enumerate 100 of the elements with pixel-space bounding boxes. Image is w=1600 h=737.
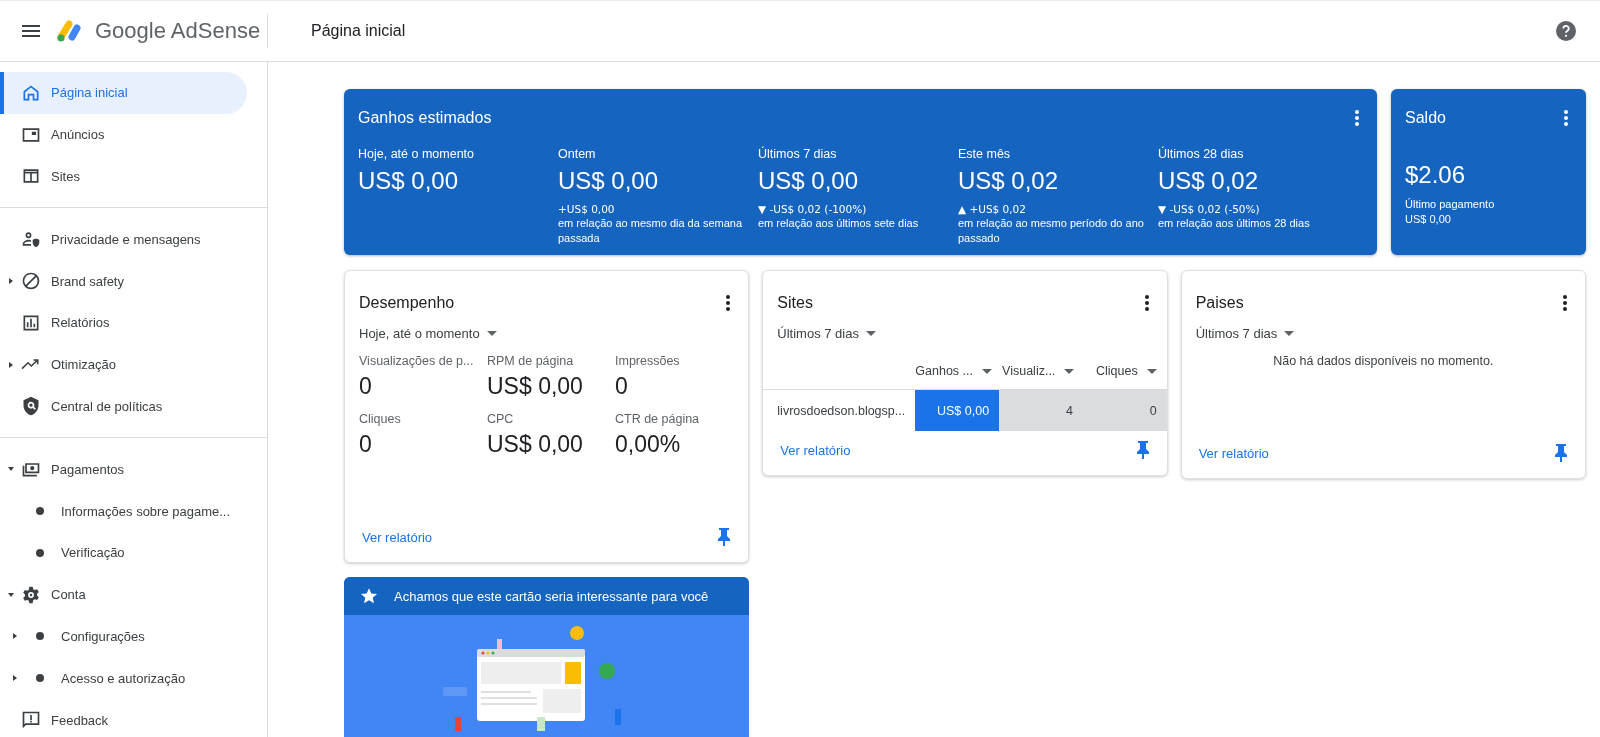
menu-icon[interactable] bbox=[22, 25, 40, 37]
last-payment-label: Último pagamento bbox=[1405, 197, 1496, 212]
metric-value: 0 bbox=[615, 373, 629, 400]
metric-label: Ontem bbox=[558, 147, 597, 161]
caret-icon[interactable] bbox=[7, 467, 14, 472]
comparison-text: em relação ao mesmo dia da semana passada bbox=[558, 216, 744, 246]
more-icon[interactable] bbox=[726, 295, 731, 311]
caret-icon[interactable] bbox=[7, 592, 14, 597]
sidebar-subitem[interactable]: Verificação bbox=[0, 531, 247, 574]
metric-value: 0 bbox=[359, 431, 373, 458]
dropdown-icon bbox=[865, 331, 876, 336]
help-icon[interactable] bbox=[1556, 21, 1576, 41]
page-title: Página inicial bbox=[311, 22, 406, 40]
sidebar-item[interactable]: Relatórios bbox=[0, 302, 247, 344]
sidebar-item[interactable]: Privacidade e mensagens bbox=[0, 218, 247, 261]
comparison-text: em relação aos últimos 28 dias bbox=[1158, 216, 1311, 231]
star-icon bbox=[360, 587, 378, 605]
change-text: ▼ -US$ 0,02 (-50%) bbox=[1158, 203, 1260, 215]
metric-value: US$ 0,02 bbox=[958, 167, 1060, 195]
more-icon[interactable] bbox=[1563, 295, 1567, 311]
column-header[interactable]: Ganhos ... bbox=[915, 364, 1002, 378]
metric-value: US$ 0,00 bbox=[758, 167, 860, 195]
metric-label: Últimos 28 dias bbox=[1158, 147, 1245, 161]
recommendation-title: Achamos que este cartão seria interessante para você bbox=[394, 588, 709, 604]
sidebar-item[interactable]: Otimização bbox=[0, 343, 247, 386]
last-payment-value: US$ 0,00 bbox=[1405, 212, 1452, 227]
metric-value: US$ 0,00 bbox=[487, 431, 584, 458]
bullet-icon bbox=[36, 674, 44, 683]
period-dropdown[interactable]: Últimos 7 dias bbox=[777, 326, 876, 341]
bullet-icon bbox=[36, 632, 44, 641]
report-link[interactable]: Ver relatório bbox=[362, 529, 433, 545]
sidebar-item[interactable]: Sites bbox=[0, 155, 247, 198]
sort-icon bbox=[1146, 368, 1157, 374]
table-cell: 0 bbox=[1082, 390, 1167, 431]
report-link[interactable]: Ver relatório bbox=[780, 442, 851, 458]
bullet-icon bbox=[36, 548, 44, 557]
period-dropdown[interactable]: Hoje, até o momento bbox=[359, 326, 497, 341]
gear-icon bbox=[21, 584, 41, 605]
dropdown-icon bbox=[486, 331, 497, 336]
block-icon bbox=[21, 271, 41, 292]
metric-value: US$ 0,02 bbox=[1158, 167, 1260, 195]
change-text: ▲ +US$ 0,02 bbox=[958, 203, 1026, 215]
pin-icon[interactable] bbox=[718, 528, 731, 546]
sidebar-item[interactable]: Central de políticas bbox=[0, 385, 247, 428]
metric-value: 0 bbox=[359, 373, 373, 400]
column-header[interactable]: Cliques bbox=[1084, 364, 1167, 378]
column-header[interactable]: Visualiz... bbox=[1002, 364, 1085, 378]
caret-icon[interactable] bbox=[13, 675, 17, 682]
card-title: Saldo bbox=[1405, 109, 1446, 127]
sidebar-subitem[interactable]: Configurações bbox=[0, 615, 247, 658]
sidebar-item[interactable]: Anúncios bbox=[0, 113, 247, 156]
metric-label: CPC bbox=[487, 412, 515, 426]
sidebar-subitem[interactable]: Informações sobre pagame... bbox=[0, 490, 247, 532]
sort-icon bbox=[982, 368, 992, 374]
sidebar-item[interactable]: Conta bbox=[0, 573, 247, 616]
card-title: Ganhos estimados bbox=[358, 109, 492, 127]
table-cell: US$ 0,00 bbox=[915, 390, 1000, 431]
table-cell: 4 bbox=[999, 390, 1083, 431]
policy-icon bbox=[21, 396, 41, 417]
sidebar-subitem[interactable]: Acesso e autorização bbox=[0, 657, 247, 700]
sidebar-item[interactable]: Pagamentos bbox=[0, 448, 247, 491]
metric-value: 0,00% bbox=[615, 431, 682, 458]
comparison-text: em relação ao mesmo período do ano passado bbox=[958, 216, 1145, 246]
metric-label: Hoje, até o momento bbox=[358, 147, 476, 161]
period-dropdown[interactable]: Últimos 7 dias bbox=[1195, 326, 1295, 341]
caret-icon[interactable] bbox=[8, 278, 13, 285]
metric-label: Visualizações de p... bbox=[359, 354, 475, 368]
metric-value: US$ 0,00 bbox=[558, 167, 660, 195]
change-text: ▼ -US$ 0,02 (-100%) bbox=[758, 203, 867, 215]
metric-label: Este mês bbox=[958, 147, 1012, 161]
metric-label: Últimos 7 dias bbox=[758, 147, 838, 161]
metric-value: US$ 0,00 bbox=[358, 167, 460, 195]
report-link[interactable]: Ver relatório bbox=[1198, 445, 1269, 461]
product-name: Google AdSense bbox=[95, 18, 261, 44]
empty-message: Não há dados disponíveis no momento. bbox=[1272, 354, 1495, 368]
pin-icon[interactable] bbox=[1555, 444, 1567, 462]
caret-icon[interactable] bbox=[8, 361, 13, 368]
dropdown-icon bbox=[1284, 331, 1295, 336]
sidebar-item[interactable]: Feedback bbox=[0, 699, 247, 737]
metric-label: RPM de página bbox=[487, 354, 575, 368]
card-title: Desempenho bbox=[359, 294, 455, 312]
more-icon[interactable] bbox=[1144, 295, 1149, 311]
site-cell-text: livrosdoedson.blogsp... bbox=[776, 402, 907, 420]
privacy-icon bbox=[21, 229, 41, 250]
logo-icon bbox=[57, 20, 83, 42]
balance-amount: $2.06 bbox=[1405, 161, 1467, 189]
change-text: +US$ 0,00 bbox=[558, 203, 615, 215]
metric-label: CTR de página bbox=[615, 412, 701, 426]
pin-icon[interactable] bbox=[1136, 441, 1149, 459]
card-title: Paises bbox=[1195, 294, 1244, 312]
sidebar-item[interactable]: Brand safety bbox=[0, 260, 247, 302]
metric-value: US$ 0,00 bbox=[487, 373, 584, 400]
comparison-text: em relação aos últimos sete dias bbox=[758, 216, 920, 231]
sidebar-item[interactable]: Página inicial bbox=[0, 72, 247, 114]
metric-label: Impressões bbox=[615, 354, 681, 368]
sort-icon bbox=[1064, 368, 1075, 374]
metric-label: Cliques bbox=[359, 412, 402, 426]
card-title: Sites bbox=[777, 294, 813, 312]
caret-icon[interactable] bbox=[13, 633, 17, 640]
bullet-icon bbox=[36, 507, 44, 516]
